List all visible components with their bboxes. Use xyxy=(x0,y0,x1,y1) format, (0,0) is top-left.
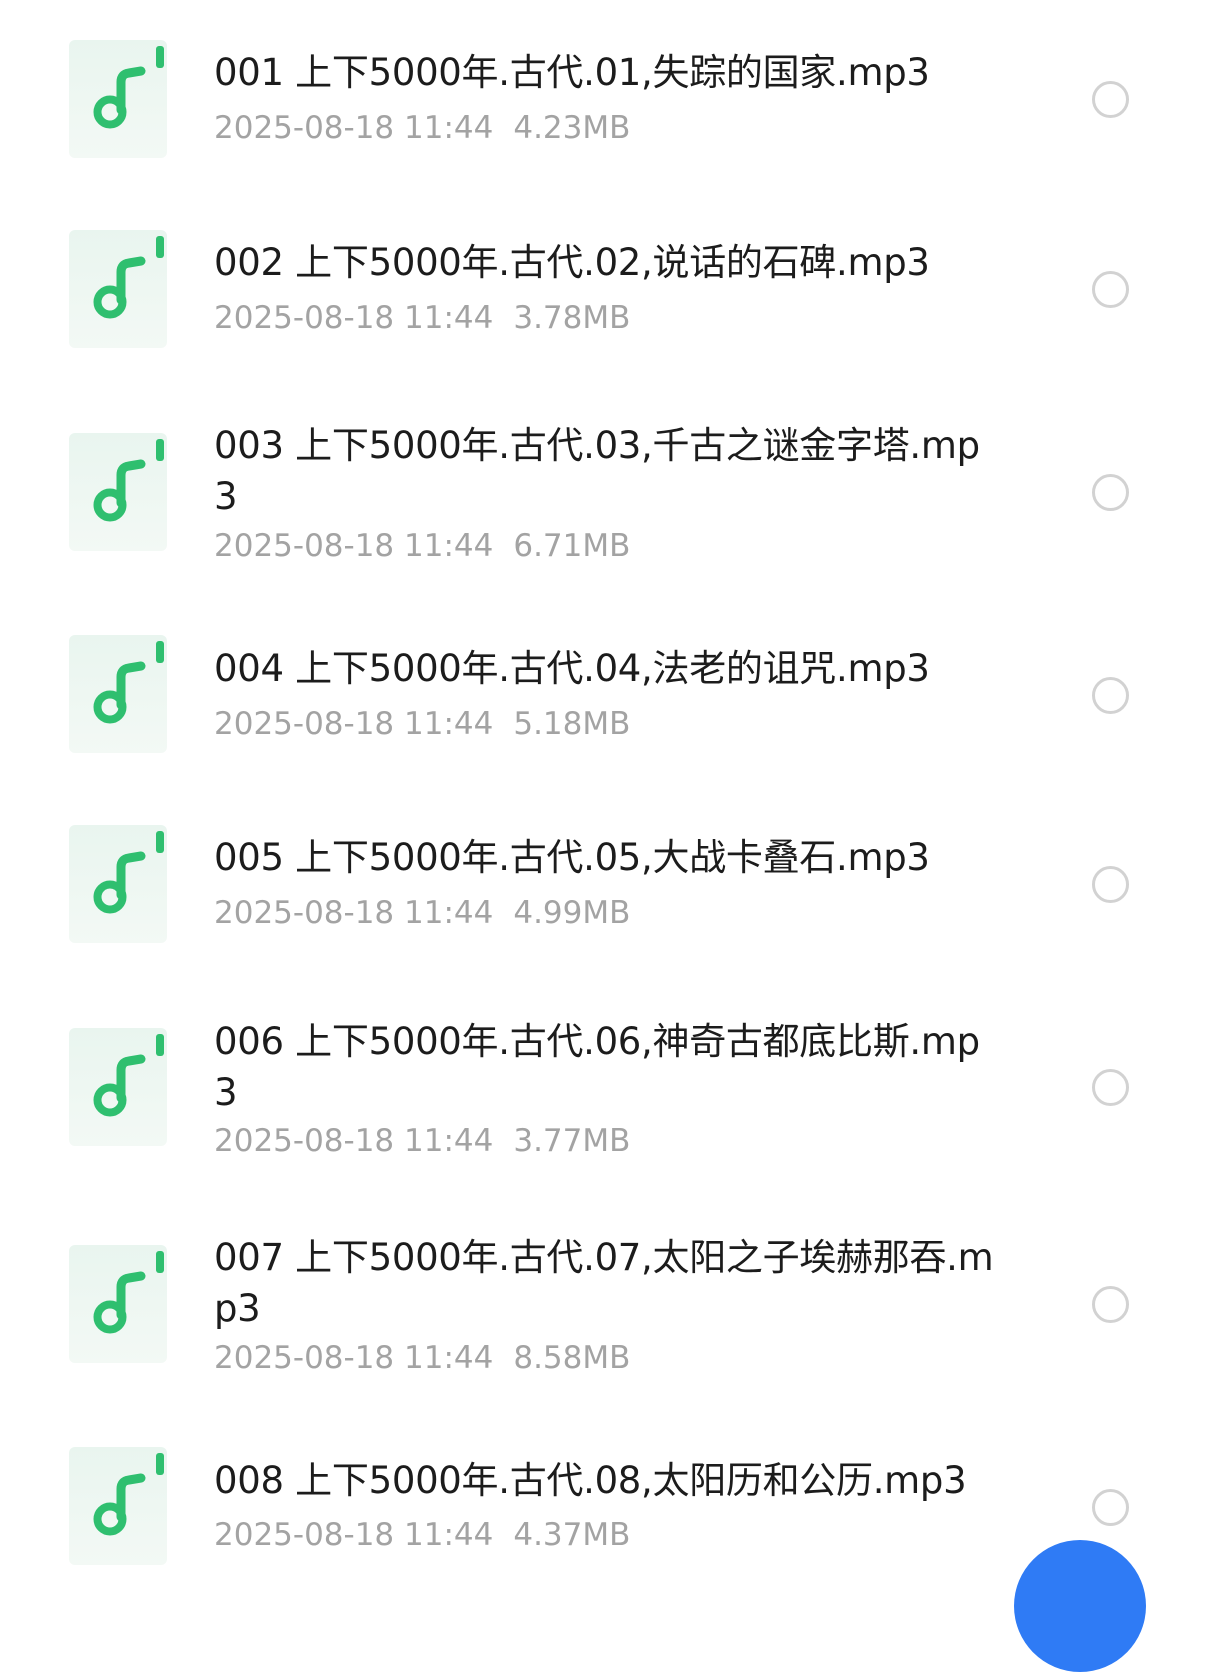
file-date: 2025-08-18 11:44 xyxy=(214,706,494,742)
file-meta: 2025-08-18 11:44 4.99MB xyxy=(214,893,630,933)
music-file-icon xyxy=(69,825,167,943)
file-date: 2025-08-18 11:44 xyxy=(214,1123,494,1159)
file-size: 5.18MB xyxy=(513,706,631,742)
select-radio[interactable] xyxy=(1092,474,1129,511)
file-name: 003 上下5000年.古代.03,千古之谜金字塔.mp3 xyxy=(214,424,980,518)
select-radio[interactable] xyxy=(1092,677,1129,714)
select-radio[interactable] xyxy=(1092,866,1129,903)
file-meta: 2025-08-18 11:44 4.37MB xyxy=(214,1515,630,1555)
file-meta: 2025-08-18 11:44 6.71MB xyxy=(214,526,630,566)
file-name: 006 上下5000年.古代.06,神奇古都底比斯.mp3 xyxy=(214,1020,980,1114)
music-file-icon xyxy=(69,40,167,158)
file-meta: 2025-08-18 11:44 3.78MB xyxy=(214,298,630,338)
file-name: 005 上下5000年.古代.05,大战卡叠石.mp3 xyxy=(214,836,930,879)
file-size: 8.58MB xyxy=(513,1340,631,1376)
file-name: 001 上下5000年.古代.01,失踪的国家.mp3 xyxy=(214,51,930,94)
file-size: 6.71MB xyxy=(513,528,631,564)
file-meta: 2025-08-18 11:44 5.18MB xyxy=(214,704,630,744)
music-file-icon xyxy=(69,1028,167,1146)
select-radio[interactable] xyxy=(1092,1489,1129,1526)
file-name: 007 上下5000年.古代.07,太阳之子埃赫那吞.mp3 xyxy=(214,1236,994,1330)
file-date: 2025-08-18 11:44 xyxy=(214,528,494,564)
select-radio[interactable] xyxy=(1092,81,1129,118)
file-date: 2025-08-18 11:44 xyxy=(214,1340,494,1376)
select-radio[interactable] xyxy=(1092,1069,1129,1106)
file-list: 001 上下5000年.古代.01,失踪的国家.mp3 2025-08-18 1… xyxy=(0,0,1220,1587)
file-date: 2025-08-18 11:44 xyxy=(214,895,494,931)
music-file-icon xyxy=(69,1447,167,1565)
music-file-icon xyxy=(69,230,167,348)
music-file-icon xyxy=(69,1245,167,1363)
select-radio[interactable] xyxy=(1092,271,1129,308)
file-date: 2025-08-18 11:44 xyxy=(214,110,494,146)
file-date: 2025-08-18 11:44 xyxy=(214,300,494,336)
select-radio[interactable] xyxy=(1092,1286,1129,1323)
music-file-icon xyxy=(69,635,167,753)
file-meta: 2025-08-18 11:44 8.58MB xyxy=(214,1338,630,1378)
file-date: 2025-08-18 11:44 xyxy=(214,1517,494,1553)
file-size: 4.99MB xyxy=(513,895,631,931)
floating-action-button[interactable] xyxy=(1014,1540,1146,1672)
file-size: 4.37MB xyxy=(513,1517,631,1553)
file-size: 4.23MB xyxy=(513,110,631,146)
music-file-icon xyxy=(69,433,167,551)
file-size: 3.77MB xyxy=(513,1123,631,1159)
file-size: 3.78MB xyxy=(513,300,631,336)
file-name: 004 上下5000年.古代.04,法老的诅咒.mp3 xyxy=(214,647,930,690)
file-meta: 2025-08-18 11:44 4.23MB xyxy=(214,108,630,148)
file-name: 002 上下5000年.古代.02,说话的石碑.mp3 xyxy=(214,241,930,284)
file-meta: 2025-08-18 11:44 3.77MB xyxy=(214,1121,630,1161)
file-name: 008 上下5000年.古代.08,太阳历和公历.mp3 xyxy=(214,1459,967,1502)
